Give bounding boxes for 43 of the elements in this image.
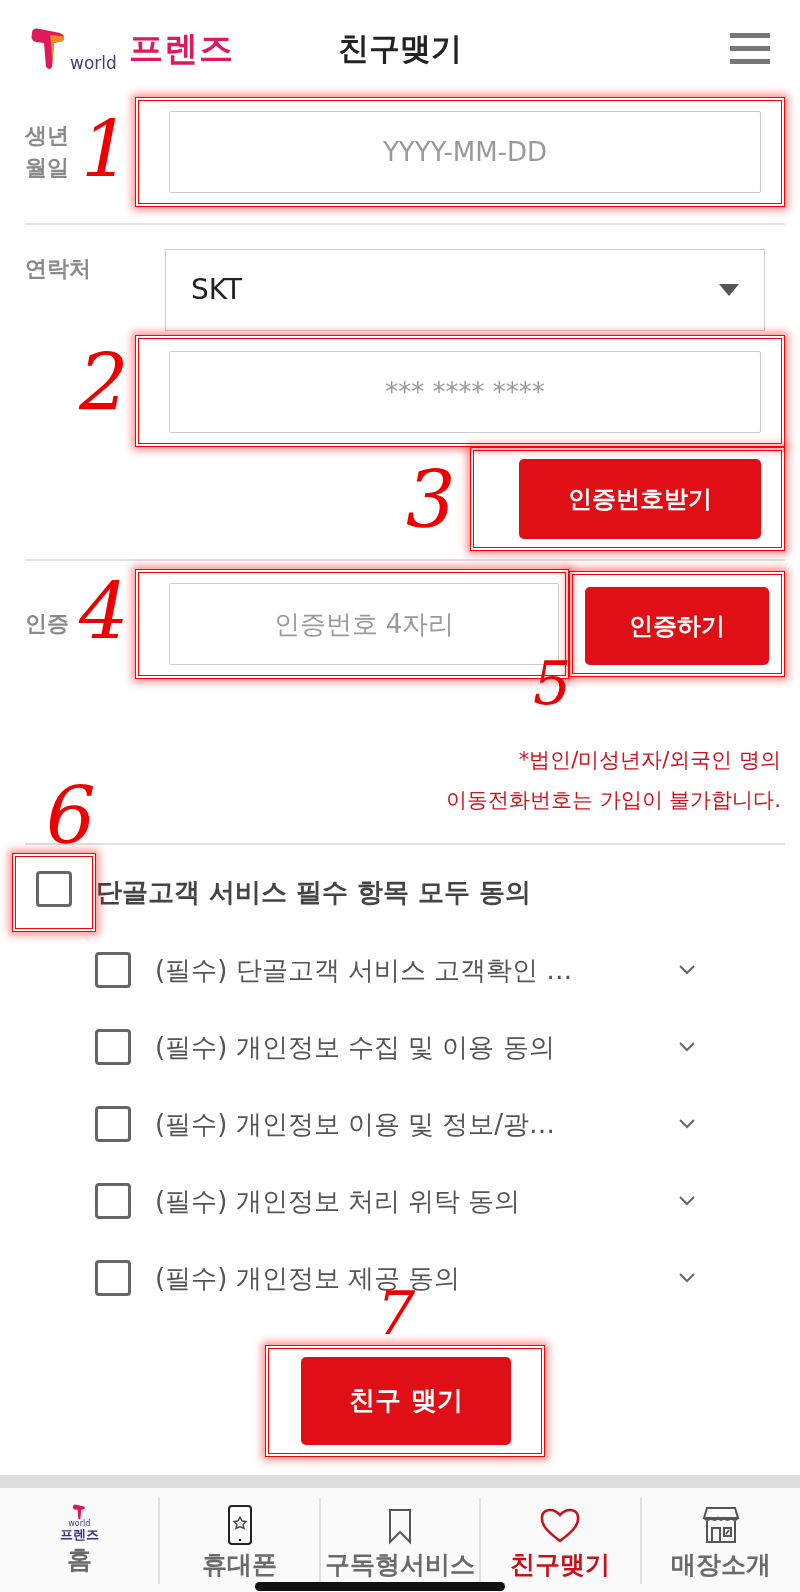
chevron-down-icon[interactable] [679,1119,695,1130]
checkbox[interactable] [95,952,131,989]
checkbox[interactable] [36,870,72,907]
date-input-field[interactable]: YYYY-MM-DD [169,111,761,193]
checkbox[interactable] [95,1029,131,1066]
request-code-button[interactable]: 인증번호받기 [519,459,761,539]
field-label: 연락처 [25,256,91,281]
notice-text: 이동전화번호는 가입이 불가합니다. [445,787,781,812]
agree-all-label: 단골고객 서비스 필수 항목 모두 동의 [96,875,532,909]
logo-text: 프렌즈 [128,27,234,70]
annotation-number: 1 [81,111,131,189]
annotation-number: 6 [46,776,96,855]
nav-tab[interactable]: 구독형서비스 [325,1546,475,1584]
annotation-number: 3 [406,461,456,539]
page-title: 친구맺기 [338,30,462,67]
terms-label: (필수) 개인정보 수집 및 이용 동의 [155,1030,555,1064]
field-label: 생년 월일 [25,123,69,180]
chevron-down-icon[interactable] [679,1273,695,1284]
verify-button[interactable]: 인증하기 [585,587,769,665]
chevron-down-icon[interactable] [679,1042,695,1053]
field-label: 인증 [25,611,69,637]
terms-label: (필수) 개인정보 이용 및 정보/광… [155,1107,556,1141]
chevron-down-icon[interactable] [679,965,695,976]
terms-label: (필수) 개인정보 처리 위탁 동의 [155,1184,521,1218]
checkbox[interactable] [95,1183,131,1220]
annotation-number: 2 [79,344,129,422]
submit-button[interactable]: 친구 맺기 [301,1356,511,1445]
caret-icon [719,284,739,296]
terms-label: (필수) 단골고객 서비스 고객확인 … [155,953,573,987]
notice-text: *법인/미성년자/외국인 명의 [518,748,781,772]
logo-text: world [70,51,117,75]
carrier-select[interactable]: SKT [165,249,765,331]
nav-tab[interactable]: 매장소개 [670,1546,771,1584]
logo-icon [30,26,66,71]
checkbox[interactable] [95,1260,131,1297]
menu-icon[interactable] [730,32,770,65]
checkbox[interactable] [95,1106,131,1143]
nav-tab[interactable]: 친구맺기 [510,1546,611,1584]
phone-input-field[interactable]: *** **** **** [169,351,761,433]
chevron-down-icon[interactable] [679,1196,695,1207]
nav-tab[interactable]: 홈 [66,1541,92,1579]
annotation-number: 4 [79,573,129,651]
nav-tab[interactable]: 휴대폰 [202,1546,278,1584]
